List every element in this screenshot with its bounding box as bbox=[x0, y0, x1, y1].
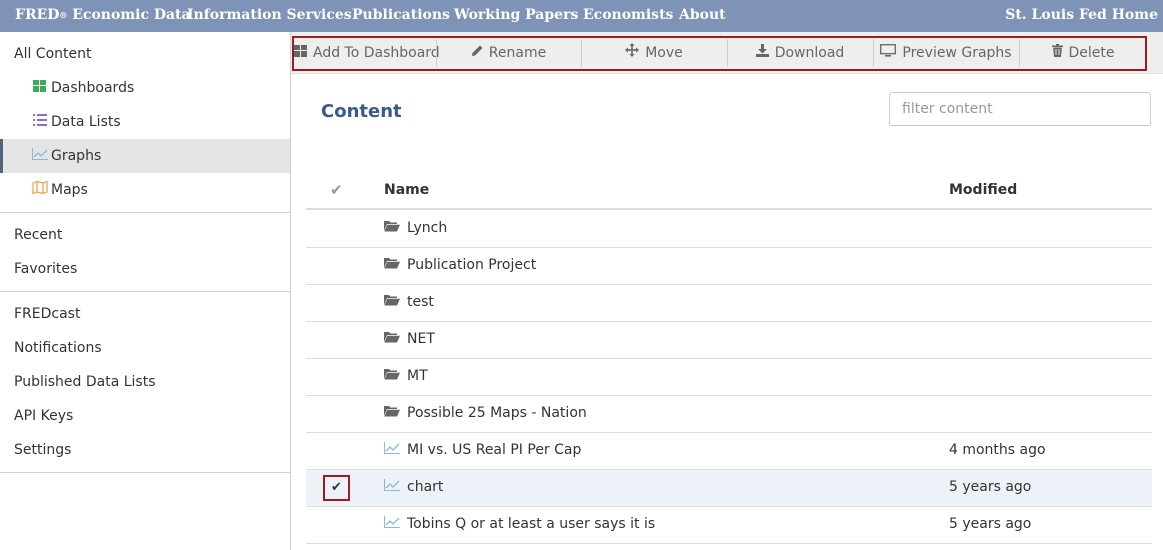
column-header-name[interactable]: Name bbox=[384, 182, 429, 198]
sidebar-item-all-content[interactable]: All Content bbox=[0, 37, 290, 71]
button-label: Add To Dashboard bbox=[313, 45, 440, 61]
table-row[interactable]: Tobins Q or at least a user says it is 5… bbox=[306, 507, 1152, 544]
line-chart-icon bbox=[384, 516, 402, 532]
move-arrows-icon bbox=[625, 36, 640, 71]
button-label: Delete bbox=[1068, 45, 1115, 61]
table-row[interactable]: Publication Project bbox=[306, 248, 1152, 285]
table-row[interactable]: Lynch bbox=[306, 211, 1152, 248]
sidebar-divider bbox=[0, 212, 290, 213]
row-modified: 5 years ago bbox=[949, 516, 1032, 532]
row-name: NET bbox=[407, 331, 435, 347]
button-label: Download bbox=[774, 45, 845, 61]
fred-brand-link[interactable]: FRED® Economic Data bbox=[15, 7, 191, 23]
row-name: MI vs. US Real PI Per Cap bbox=[407, 442, 582, 458]
rename-button[interactable]: Rename bbox=[436, 36, 581, 71]
sidebar-item-favorites[interactable]: Favorites bbox=[0, 252, 290, 286]
sidebar-item-label: Dashboards bbox=[51, 80, 135, 96]
folder-icon bbox=[384, 405, 402, 421]
table-row[interactable]: MI vs. US Real PI Per Cap 4 months ago bbox=[306, 433, 1152, 470]
row-modified: 5 years ago bbox=[949, 479, 1032, 495]
sidebar-item-settings[interactable]: Settings bbox=[0, 433, 290, 467]
sidebar-item-label: Maps bbox=[51, 182, 88, 198]
sidebar-item-published-data-lists[interactable]: Published Data Lists bbox=[0, 365, 290, 399]
download-button[interactable]: Download bbox=[727, 36, 873, 71]
trash-icon bbox=[1051, 36, 1063, 71]
row-modified: 4 months ago bbox=[949, 442, 1046, 458]
button-label: Rename bbox=[488, 45, 547, 61]
delete-button[interactable]: Delete bbox=[1019, 36, 1147, 71]
brand-subtext: Economic Data bbox=[72, 7, 191, 23]
sidebar-item-data-lists[interactable]: Data Lists bbox=[0, 105, 290, 139]
sidebar-item-api-keys[interactable]: API Keys bbox=[0, 399, 290, 433]
folder-icon bbox=[384, 368, 402, 384]
brand-text: FRED bbox=[15, 7, 60, 23]
table-header: ✔ Name Modified bbox=[306, 172, 1152, 210]
sidebar-item-graphs[interactable]: Graphs bbox=[0, 139, 290, 173]
pencil-icon bbox=[471, 36, 483, 71]
row-name: test bbox=[407, 294, 434, 310]
sidebar-item-notifications[interactable]: Notifications bbox=[0, 331, 290, 365]
nav-information-services[interactable]: Information Services bbox=[187, 7, 352, 23]
folder-icon bbox=[384, 257, 402, 273]
table-row-selected[interactable]: ✔ chart 5 years ago bbox=[306, 470, 1152, 507]
line-chart-icon bbox=[384, 442, 402, 458]
row-name: MT bbox=[407, 368, 428, 384]
button-label: Preview Graphs bbox=[902, 45, 1012, 61]
button-label: Move bbox=[645, 45, 683, 61]
dashboard-grid-icon bbox=[31, 71, 48, 105]
line-chart-icon bbox=[31, 139, 48, 173]
folder-icon bbox=[384, 220, 402, 236]
filter-content-input[interactable] bbox=[889, 92, 1151, 126]
column-header-modified[interactable]: Modified bbox=[949, 182, 1017, 198]
sidebar-item-dashboards[interactable]: Dashboards bbox=[0, 71, 290, 105]
sidebar-divider bbox=[0, 291, 290, 292]
nav-working-papers[interactable]: Working Papers bbox=[454, 7, 578, 23]
row-name: chart bbox=[407, 479, 444, 495]
action-toolbar: Add To Dashboard Rename Move Download Pr… bbox=[291, 32, 1163, 74]
table-row[interactable]: Possible 25 Maps - Nation bbox=[306, 396, 1152, 433]
checkmark-icon: ✔ bbox=[331, 480, 342, 495]
dashboard-grid-icon bbox=[294, 36, 307, 71]
line-chart-icon bbox=[384, 479, 402, 495]
nav-publications[interactable]: Publications bbox=[352, 7, 450, 23]
sidebar-item-maps[interactable]: Maps bbox=[0, 173, 290, 207]
row-name: Possible 25 Maps - Nation bbox=[407, 405, 587, 421]
nav-economists[interactable]: Economists bbox=[583, 7, 673, 23]
map-icon bbox=[31, 173, 48, 207]
sidebar: All Content Dashboards Data Lists Graphs… bbox=[0, 32, 291, 550]
top-navigation: FRED® Economic Data Information Services… bbox=[0, 0, 1163, 32]
row-name: Publication Project bbox=[407, 257, 537, 273]
preview-graphs-button[interactable]: Preview Graphs bbox=[873, 36, 1019, 71]
row-checkbox-checked[interactable]: ✔ bbox=[323, 475, 350, 501]
nav-about[interactable]: About bbox=[679, 7, 726, 23]
row-name: Tobins Q or at least a user says it is bbox=[407, 516, 656, 532]
monitor-icon bbox=[880, 36, 897, 71]
brand-registered-mark: ® bbox=[59, 10, 68, 20]
move-button[interactable]: Move bbox=[581, 36, 727, 71]
download-icon bbox=[755, 36, 769, 71]
page-title: Content bbox=[321, 101, 402, 122]
table-row[interactable]: NET bbox=[306, 322, 1152, 359]
add-to-dashboard-button[interactable]: Add To Dashboard bbox=[294, 36, 440, 71]
list-icon bbox=[31, 105, 48, 139]
nav-st-louis-fed-home[interactable]: St. Louis Fed Home bbox=[1005, 7, 1158, 23]
sidebar-item-recent[interactable]: Recent bbox=[0, 218, 290, 252]
sidebar-divider bbox=[0, 472, 290, 473]
table-row[interactable]: test bbox=[306, 285, 1152, 322]
row-name: Lynch bbox=[407, 220, 448, 236]
select-all-check-icon[interactable]: ✔ bbox=[330, 181, 343, 199]
folder-icon bbox=[384, 294, 402, 310]
sidebar-item-fredcast[interactable]: FREDcast bbox=[0, 297, 290, 331]
sidebar-item-label: Data Lists bbox=[51, 114, 121, 130]
sidebar-item-label: Graphs bbox=[51, 148, 102, 164]
folder-icon bbox=[384, 331, 402, 347]
table-row[interactable]: MT bbox=[306, 359, 1152, 396]
